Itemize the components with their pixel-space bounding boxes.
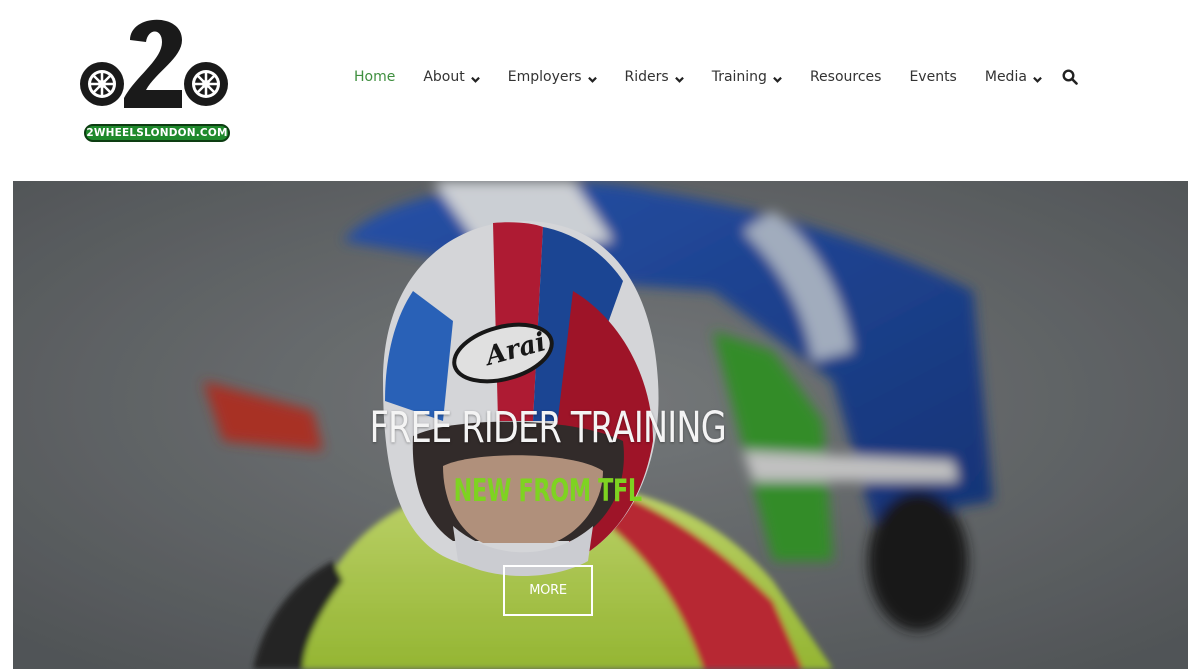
chevron-down-icon <box>470 76 480 83</box>
nav-item-media[interactable]: Media <box>985 69 1042 85</box>
logo-mark-icon <box>80 19 228 109</box>
nav-item-label: Home <box>354 69 396 85</box>
chevron-down-icon <box>587 76 597 83</box>
nav-item-home[interactable]: Home <box>354 69 395 85</box>
nav-item-resources[interactable]: Resources <box>810 69 882 85</box>
nav-item-label: Employers <box>507 69 582 85</box>
search-icon[interactable] <box>1062 69 1078 85</box>
main-nav: Home About Employers Riders Training Res… <box>354 66 1078 88</box>
nav-item-label: Events <box>909 69 957 85</box>
nav-item-label: Resources <box>809 69 882 85</box>
hero-subtitle: NEW FROM TFL <box>453 473 642 509</box>
nav-item-label: About <box>423 69 465 85</box>
logo-badge: 2WHEELSLONDON.COM <box>84 124 230 142</box>
nav-item-events[interactable]: Events <box>909 69 956 85</box>
hero-title: FREE RIDER TRAINING <box>369 403 727 453</box>
site-logo[interactable]: 2WHEELSLONDON.COM <box>78 6 234 144</box>
hero-banner: Arai FREE RIDER TRAINING NEW FROM TFL MO… <box>13 181 1188 669</box>
nav-item-about[interactable]: About <box>423 69 480 85</box>
nav-item-label: Media <box>984 69 1027 85</box>
nav-item-label: Riders <box>624 69 669 85</box>
nav-item-label: Training <box>711 69 767 85</box>
nav-item-riders[interactable]: Riders <box>625 69 684 85</box>
chevron-down-icon <box>674 76 684 83</box>
nav-item-employers[interactable]: Employers <box>508 69 597 85</box>
site-header: 2WHEELSLONDON.COM Home About Employers R… <box>0 0 1188 181</box>
chevron-down-icon <box>1033 76 1042 83</box>
nav-item-training[interactable]: Training <box>712 69 782 85</box>
chevron-down-icon <box>773 76 782 83</box>
more-button[interactable]: MORE <box>503 565 593 616</box>
